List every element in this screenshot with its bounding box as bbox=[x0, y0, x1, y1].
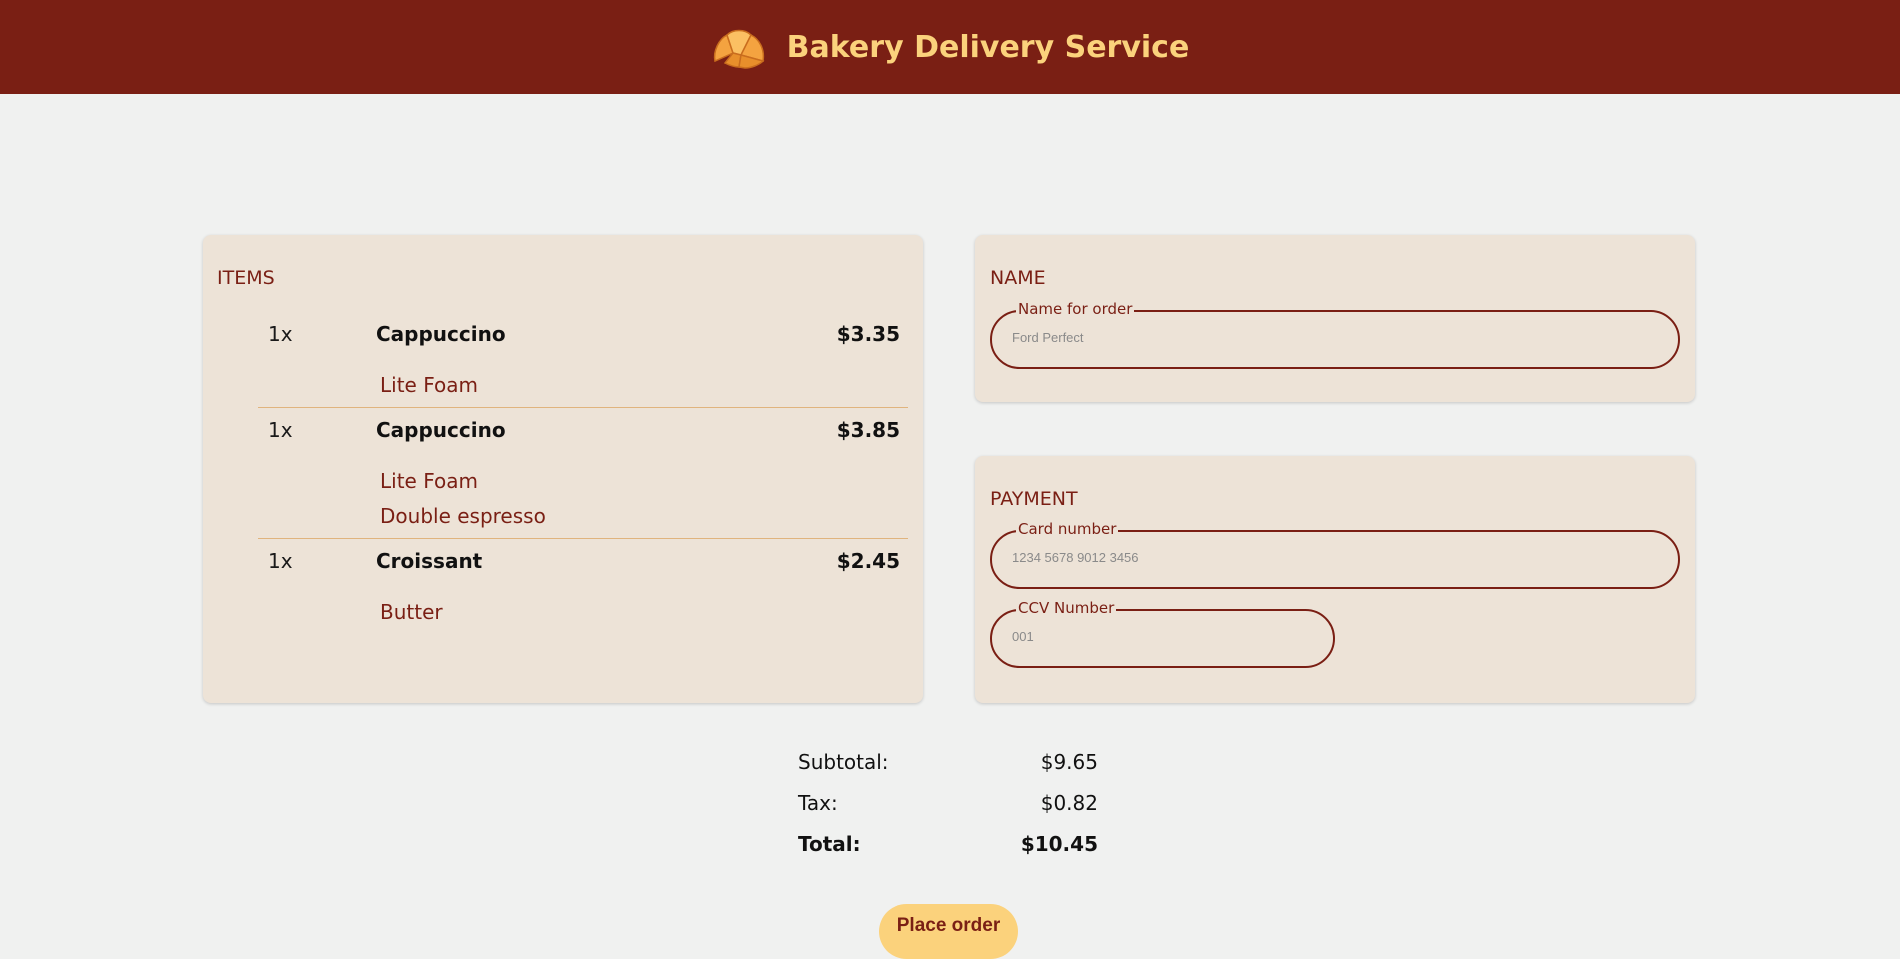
item-quantity: 1x bbox=[268, 322, 293, 346]
card-number-input[interactable] bbox=[1012, 550, 1658, 565]
subtotal-row: Subtotal: $9.65 bbox=[798, 750, 1098, 791]
total-label: Total: bbox=[798, 832, 861, 856]
item-quantity: 1x bbox=[268, 549, 293, 573]
tax-label: Tax: bbox=[798, 791, 838, 815]
item-modifier: Lite Foam bbox=[380, 469, 478, 493]
item-divider bbox=[258, 538, 908, 539]
item-price: $3.35 bbox=[836, 322, 900, 346]
items-heading: ITEMS bbox=[217, 267, 275, 289]
item-price: $2.45 bbox=[836, 549, 900, 573]
payment-card: PAYMENT Card number CCV Number bbox=[975, 456, 1695, 703]
ccv-input[interactable] bbox=[1012, 629, 1313, 644]
order-totals: Subtotal: $9.65 Tax: $0.82 Total: $10.45 bbox=[798, 750, 1098, 873]
item-modifier: Lite Foam bbox=[380, 373, 478, 397]
tax-value: $0.82 bbox=[1040, 791, 1098, 815]
subtotal-label: Subtotal: bbox=[798, 750, 889, 774]
item-modifier: Butter bbox=[380, 600, 443, 624]
brand: Bakery Delivery Service bbox=[711, 23, 1190, 71]
item-divider bbox=[258, 407, 908, 408]
item-price: $3.85 bbox=[836, 418, 900, 442]
app-header: Bakery Delivery Service bbox=[0, 0, 1900, 94]
item-quantity: 1x bbox=[268, 418, 293, 442]
payment-heading: PAYMENT bbox=[990, 488, 1078, 510]
ccv-field[interactable]: CCV Number bbox=[990, 599, 1335, 668]
item-modifiers: Butter bbox=[380, 595, 443, 630]
name-field-label: Name for order bbox=[1016, 300, 1135, 318]
card-number-field[interactable]: Card number bbox=[990, 520, 1680, 589]
ccv-label: CCV Number bbox=[1016, 599, 1117, 617]
app-title: Bakery Delivery Service bbox=[786, 29, 1190, 65]
item-modifiers: Lite Foam Double espresso bbox=[380, 464, 546, 534]
name-field[interactable]: Name for order bbox=[990, 300, 1680, 369]
card-number-label: Card number bbox=[1016, 520, 1119, 538]
croissant-icon bbox=[713, 29, 765, 69]
item-name: Croissant bbox=[376, 549, 483, 573]
item-name: Cappuccino bbox=[376, 322, 506, 346]
item-modifiers: Lite Foam bbox=[380, 368, 478, 403]
total-row: Total: $10.45 bbox=[798, 832, 1098, 873]
tax-row: Tax: $0.82 bbox=[798, 791, 1098, 832]
place-order-button[interactable]: Place order bbox=[879, 904, 1018, 959]
item-name: Cappuccino bbox=[376, 418, 506, 442]
total-value: $10.45 bbox=[1020, 832, 1098, 856]
item-modifier: Double espresso bbox=[380, 504, 546, 528]
name-card: NAME Name for order bbox=[975, 235, 1695, 402]
items-card: ITEMS 1x Cappuccino $3.35 Lite Foam 1x C… bbox=[203, 235, 923, 703]
name-heading: NAME bbox=[990, 267, 1046, 289]
subtotal-value: $9.65 bbox=[1040, 750, 1098, 774]
name-input[interactable] bbox=[1012, 330, 1658, 345]
